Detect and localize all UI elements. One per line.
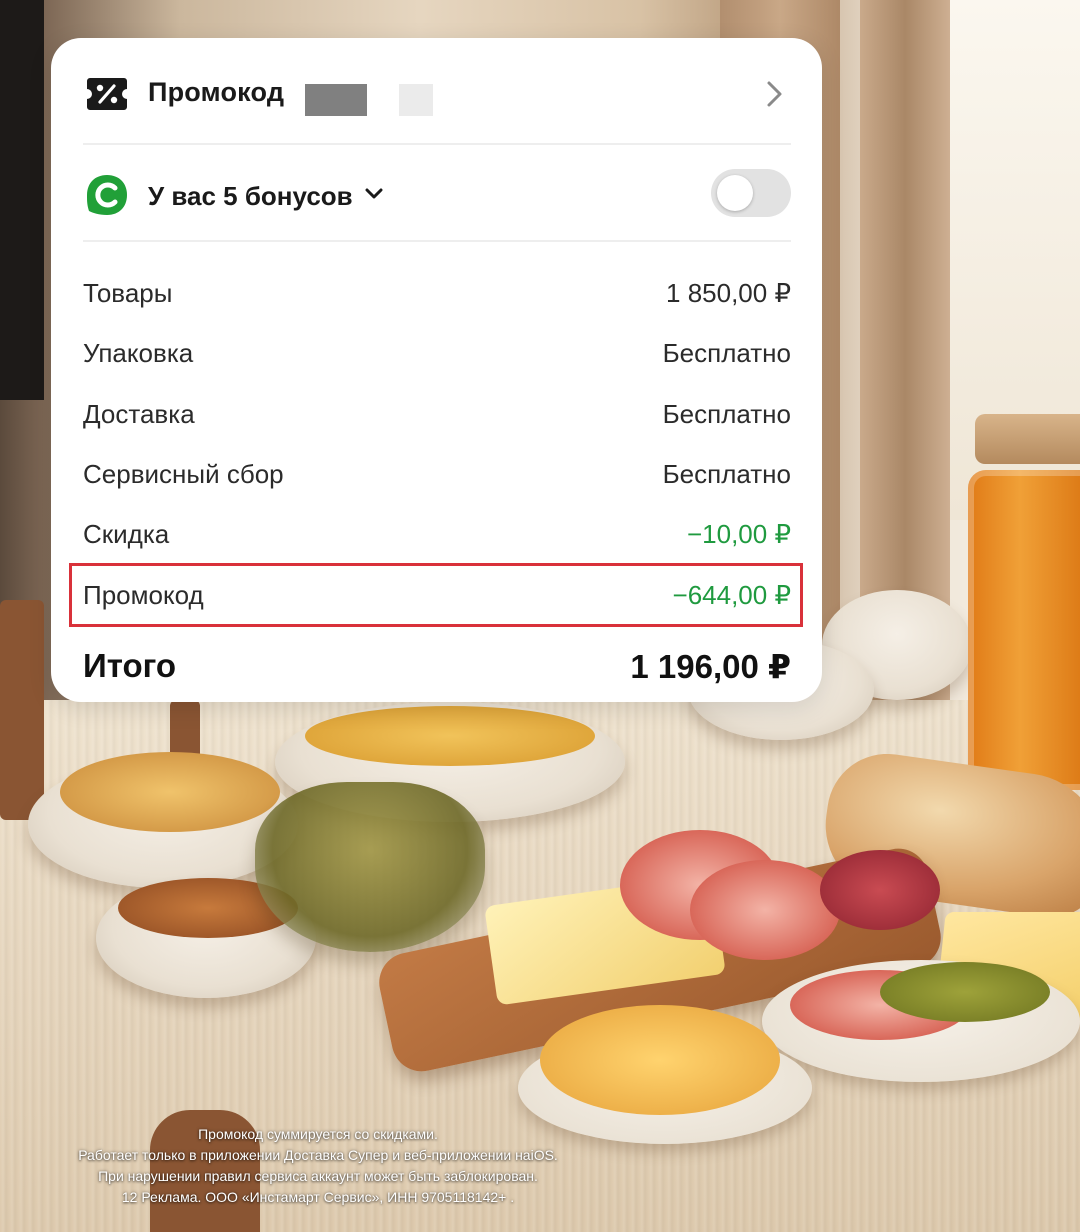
disclaimer-line: Работает только в приложении Доставка Су… <box>78 1147 558 1163</box>
summary-value: 1 850,00 ₽ <box>666 278 791 308</box>
bonus-c-icon <box>87 175 127 215</box>
summary-row-service-fee: Сервисный сбор Бесплатно <box>83 453 791 493</box>
summary-value-promo: −644,00 ₽ <box>672 580 791 610</box>
summary-value: Бесплатно <box>662 459 791 489</box>
summary-row-discount: Скидка −10,00 ₽ <box>83 513 791 553</box>
total-value: 1 196,00 ₽ <box>630 648 791 685</box>
summary-label: Доставка <box>83 399 195 429</box>
divider <box>83 240 791 242</box>
toggle-knob <box>717 175 753 211</box>
ham <box>690 860 840 960</box>
ad-disclaimer: Промокод суммируется со скидками. Работа… <box>18 1124 618 1208</box>
pasta-snack <box>305 706 595 766</box>
summary-value: Бесплатно <box>662 399 791 429</box>
background-tv <box>0 0 44 400</box>
chips <box>60 752 280 832</box>
summary-row-promo: Промокод −644,00 ₽ <box>83 574 791 614</box>
promo-code-title: Промокод <box>148 77 285 107</box>
summary-label: Упаковка <box>83 338 194 368</box>
salami <box>820 850 940 930</box>
summary-row-packaging: Упаковка Бесплатно <box>83 332 791 372</box>
olive-bowl <box>255 782 485 952</box>
disclaimer-line: При нарушении правил сервиса аккаунт мож… <box>98 1168 538 1184</box>
total-row: Итого 1 196,00 ₽ <box>83 643 791 691</box>
summary-label: Товары <box>83 278 173 308</box>
summary-row-delivery: Доставка Бесплатно <box>83 393 791 433</box>
bonus-toggle[interactable] <box>711 169 791 217</box>
chair <box>0 600 44 820</box>
bonus-label[interactable]: У вас 5 бонусов <box>148 181 353 212</box>
summary-label: Промокод <box>83 580 204 610</box>
juice-jar <box>968 470 1080 790</box>
disclaimer-line: 12 Реклама. ООО «Инстамарт Сервис», ИНН … <box>121 1189 515 1205</box>
promo-code-row[interactable]: Промокод <box>51 38 822 143</box>
promo-percent-icon <box>87 78 127 110</box>
summary-value: Бесплатно <box>662 338 791 368</box>
bonus-row: У вас 5 бонусов <box>51 145 822 241</box>
chevron-down-icon[interactable] <box>363 183 385 205</box>
summary-label: Сервисный сбор <box>83 459 284 489</box>
olives <box>880 962 1050 1022</box>
promo-code-value-redacted <box>305 84 435 116</box>
summary-row-goods: Товары 1 850,00 ₽ <box>83 272 791 312</box>
summary-value-discount: −10,00 ₽ <box>686 519 791 549</box>
disclaimer-line: Промокод суммируется со скидками. <box>198 1126 438 1142</box>
order-summary-card: Промокод У вас 5 бонусов Товары 1 850,00… <box>51 38 822 702</box>
chips <box>540 1005 780 1115</box>
summary-label: Скидка <box>83 519 170 549</box>
jar-lid <box>975 414 1080 464</box>
total-label: Итого <box>83 647 177 684</box>
chevron-right-icon[interactable] <box>759 78 789 110</box>
